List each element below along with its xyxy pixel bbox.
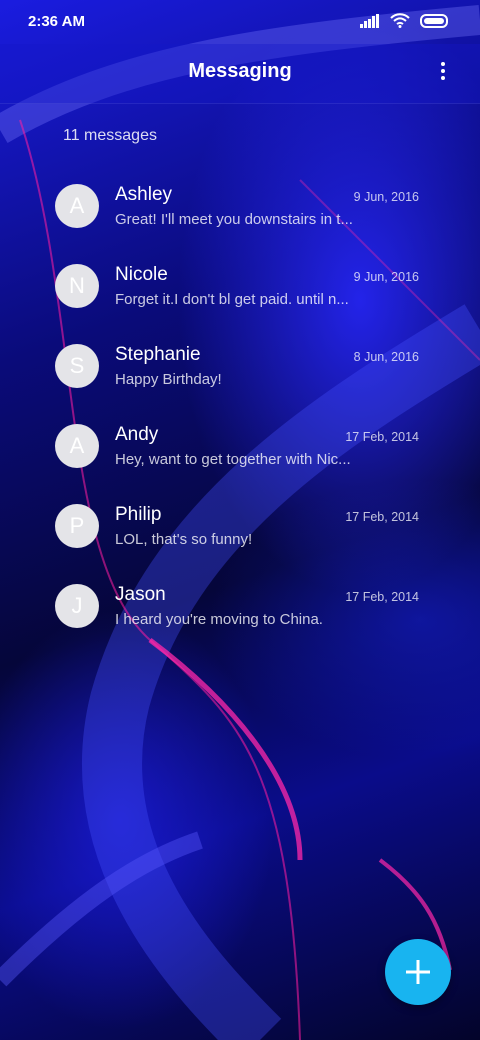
message-preview: Happy Birthday! xyxy=(115,371,222,388)
conversation-item[interactable]: P Philip 17 Feb, 2014 LOL, that's so fun… xyxy=(0,486,480,566)
message-preview: Great! I'll meet you downstairs in t... xyxy=(115,211,353,228)
overflow-menu-icon[interactable] xyxy=(432,58,454,84)
status-bar: 2:36 AM xyxy=(0,0,480,44)
battery-icon xyxy=(420,13,448,28)
message-date: 8 Jun, 2016 xyxy=(353,350,419,364)
message-preview: Hey, want to get together with Nic... xyxy=(115,451,351,468)
avatar: S xyxy=(55,344,99,388)
app-bar: Messaging xyxy=(0,44,480,104)
message-date: 17 Feb, 2014 xyxy=(345,430,419,444)
avatar: J xyxy=(55,584,99,628)
new-message-button[interactable] xyxy=(385,939,451,1005)
conversation-item[interactable]: N Nicole 9 Jun, 2016 Forget it.I don't b… xyxy=(0,246,480,326)
contact-name: Jason xyxy=(115,584,166,605)
app-title: Messaging xyxy=(188,60,292,82)
avatar: A xyxy=(55,424,99,468)
contact-name: Andy xyxy=(115,424,159,445)
message-preview: Forget it.I don't bl get paid. until n..… xyxy=(115,291,349,308)
message-date: 9 Jun, 2016 xyxy=(353,270,419,284)
message-date: 9 Jun, 2016 xyxy=(353,190,419,204)
contact-name: Ashley xyxy=(115,184,173,205)
conversation-item[interactable]: A Ashley 9 Jun, 2016 Great! I'll meet yo… xyxy=(0,166,480,246)
conversation-item[interactable]: S Stephanie 8 Jun, 2016 Happy Birthday! xyxy=(0,326,480,406)
message-date: 17 Feb, 2014 xyxy=(345,510,419,524)
signal-icon xyxy=(360,13,379,28)
message-preview: I heard you're moving to China. xyxy=(115,611,323,628)
avatar: N xyxy=(55,264,99,308)
conversation-item[interactable]: J Jason 17 Feb, 2014 I heard you're movi… xyxy=(0,566,480,646)
message-preview: LOL, that's so funny! xyxy=(115,531,253,548)
contact-name: Nicole xyxy=(115,264,168,285)
conversation-item[interactable]: A Andy 17 Feb, 2014 Hey, want to get tog… xyxy=(0,406,480,486)
wifi-icon xyxy=(390,13,410,28)
status-time: 2:36 AM xyxy=(28,13,85,30)
conversation-list: A Ashley 9 Jun, 2016 Great! I'll meet yo… xyxy=(0,166,480,646)
avatar: A xyxy=(55,184,99,228)
message-count: 11 messages xyxy=(63,127,157,144)
plus-icon xyxy=(406,960,430,984)
contact-name: Philip xyxy=(115,504,162,525)
status-icons xyxy=(360,13,450,28)
avatar: P xyxy=(55,504,99,548)
message-date: 17 Feb, 2014 xyxy=(345,590,419,604)
screen: 2:36 AM Messaging 11 messages A Ashley 9… xyxy=(0,0,480,1040)
contact-name: Stephanie xyxy=(115,344,201,365)
